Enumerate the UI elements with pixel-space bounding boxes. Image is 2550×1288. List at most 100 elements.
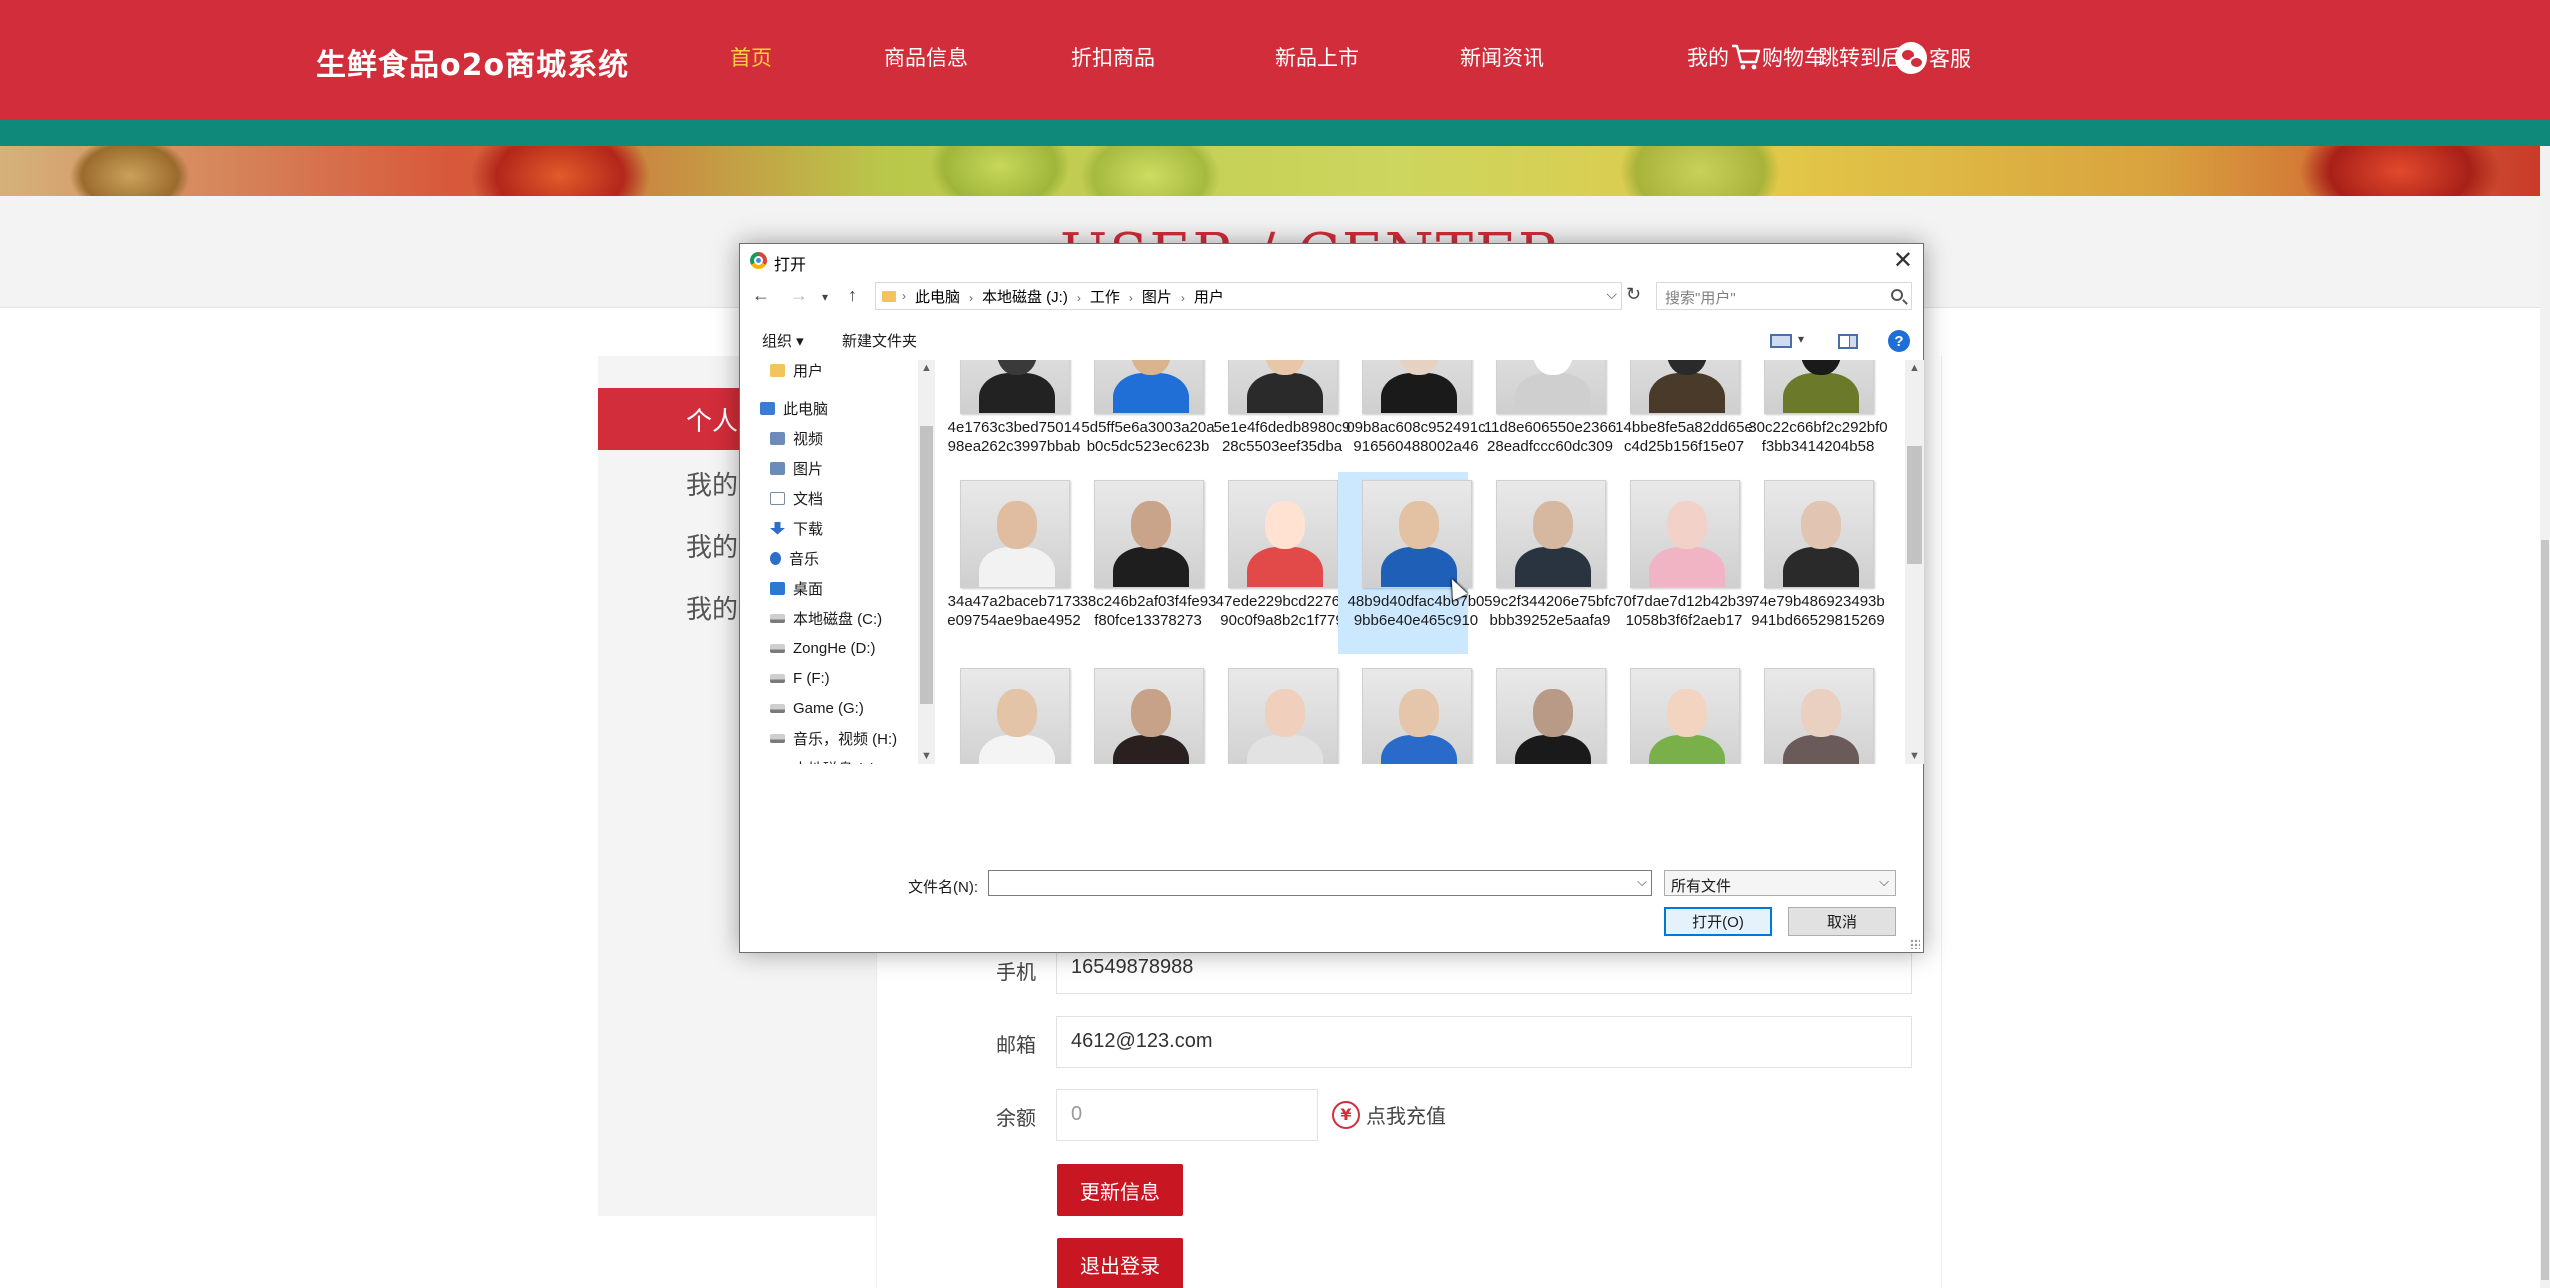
tree-item[interactable]: 音乐，视频 (H:): [764, 724, 918, 752]
file-item[interactable]: 38c246b2af03f4fe93f80fce13378273: [1070, 472, 1216, 654]
tree-item[interactable]: Game (G:): [764, 694, 918, 722]
tree-item[interactable]: 音乐: [764, 544, 918, 572]
tree-item[interactable]: 文档: [764, 484, 918, 512]
chevron-down-icon[interactable]: ⌵: [1606, 286, 1617, 303]
image-thumbnail: [1094, 668, 1204, 764]
file-scroll-up-icon[interactable]: ▲: [1909, 362, 1920, 374]
portrait-face: [1533, 689, 1573, 737]
tree-scrollbar-thumb[interactable]: [920, 426, 933, 704]
email-field[interactable]: 4612@123.com: [1056, 1016, 1912, 1068]
breadcrumb-item[interactable]: 此电脑: [915, 289, 960, 306]
update-info-button[interactable]: 更新信息: [1057, 1164, 1183, 1216]
resize-grip-icon[interactable]: [1910, 939, 1920, 949]
cancel-button[interactable]: 取消: [1788, 907, 1896, 936]
email-label: 邮箱: [996, 1033, 1036, 1057]
new-folder-button[interactable]: 新建文件夹: [842, 330, 917, 351]
file-type-select[interactable]: 所有文件 ⌵: [1664, 870, 1896, 896]
tree-item[interactable]: 图片: [764, 454, 918, 482]
file-item[interactable]: 366ec3923172c98970c0f5e63c0b58ae: [1606, 660, 1740, 764]
file-name: 09b8ac608c952491c916560488002a46: [1346, 419, 1486, 455]
file-item[interactable]: 70f7dae7d12b42b391058b3f6f2aeb17: [1606, 472, 1753, 654]
nav-item-2[interactable]: 折扣商品: [1071, 42, 1155, 72]
view-options-chevron-icon[interactable]: ▾: [1798, 332, 1804, 346]
image-thumbnail: [1094, 360, 1204, 414]
filename-input[interactable]: ⌵: [988, 870, 1652, 896]
tree-item[interactable]: 桌面: [764, 574, 918, 602]
file-name: 34a47a2baceb7173e09754ae9bae4952: [947, 593, 1081, 629]
breadcrumb-separator: ›: [1076, 290, 1081, 305]
cart-icon: [1732, 44, 1761, 70]
recharge-link[interactable]: ¥ 点我充值: [1332, 1100, 1446, 1129]
sidebar-item-2[interactable]: 我的: [686, 527, 738, 564]
file-item[interactable]: 09b8ac608c952491c916560488002a46: [1338, 360, 1486, 480]
tree-item[interactable]: 下载: [764, 514, 918, 542]
cart-link[interactable]: 购物车: [1730, 42, 1825, 72]
tree-item-label: 音乐: [789, 550, 820, 568]
page-scrollbar-thumb[interactable]: [2541, 540, 2549, 1280]
portrait-body: [1783, 547, 1859, 587]
video-folder-icon: [770, 431, 785, 445]
nav-item-0[interactable]: 首页: [730, 42, 772, 72]
file-item[interactable]: 86a4754aee098fcb3bd556ec87b4f3ab: [1070, 660, 1204, 764]
file-item[interactable]: 59c2f344206e75bfcbbb39252e5aafa9: [1472, 472, 1616, 654]
file-item[interactable]: 5d5ff5e6a3003a20ab0c5dc523ec623b: [1070, 360, 1215, 480]
filename-history-chevron-icon[interactable]: ⌵: [1637, 874, 1647, 890]
address-bar[interactable]: › 此电脑 › 本地磁盘 (J:) › 工作 › 图片 › 用户 ⌵: [875, 282, 1622, 310]
file-item[interactable]: 313ec3ebe27c49504fd1a99ea8d8be4b: [1204, 660, 1338, 764]
file-scroll-down-icon[interactable]: ▼: [1909, 750, 1920, 762]
logout-button[interactable]: 退出登录: [1057, 1238, 1183, 1288]
file-item[interactable]: 30c22c66bf2c292bf0f3bb3414204b58: [1740, 360, 1888, 480]
customer-service-link[interactable]: 客服: [1895, 42, 1971, 74]
breadcrumb-item[interactable]: 工作: [1090, 289, 1120, 306]
file-item[interactable]: 367e78054dfe65723e4f77e4bb1ed2b0: [1740, 660, 1874, 764]
preview-pane-icon[interactable]: [1838, 334, 1858, 349]
nav-item-1[interactable]: 商品信息: [884, 42, 968, 72]
file-item[interactable]: 77ff6ab3dc8f8160e600c024b1d3f03b: [940, 660, 1070, 764]
file-item[interactable]: 319bdd3f31e32e7dea2a4084257b9f77: [1338, 660, 1472, 764]
breadcrumb-item[interactable]: 用户: [1194, 289, 1224, 306]
file-item[interactable]: 48b9d40dfac4b67b09bb6e40e465c910: [1338, 472, 1484, 654]
file-item[interactable]: 4e1763c3bed7501498ea262c3997bbab: [940, 360, 1080, 480]
close-icon[interactable]: ✕: [1893, 246, 1913, 275]
tree-scroll-down-icon[interactable]: ▼: [921, 750, 932, 762]
organize-button[interactable]: 组织 ▾: [762, 330, 804, 351]
file-item[interactable]: 47ede229bcd2276790c0f9a8b2c1f779: [1204, 472, 1348, 654]
sidebar-item-3[interactable]: 我的: [686, 589, 738, 626]
tree-item[interactable]: 用户: [764, 360, 918, 384]
help-icon[interactable]: ?: [1888, 330, 1910, 352]
file-item[interactable]: 322d6e2f0bc9378c1eac130a4a4f7b4a: [1472, 660, 1606, 764]
open-button[interactable]: 打开(O): [1664, 907, 1772, 936]
breadcrumb-item[interactable]: 图片: [1142, 289, 1172, 306]
dialog-title-bar[interactable]: 打开 ✕: [740, 244, 1923, 278]
file-item[interactable]: 5e1e4f6dedb8980c928c5503eef35dba: [1204, 360, 1350, 480]
image-thumbnail: [1496, 668, 1606, 764]
file-item[interactable]: 34a47a2baceb7173e09754ae9bae4952: [940, 472, 1081, 654]
up-arrow-icon[interactable]: ↑: [848, 285, 857, 306]
tree-item[interactable]: 此电脑: [754, 394, 918, 422]
tree-item[interactable]: 本地磁盘 (I:): [764, 754, 918, 764]
back-arrow-icon[interactable]: ←: [752, 285, 770, 306]
site-brand[interactable]: 生鲜食品o2o商城系统: [316, 40, 629, 84]
recent-locations-chevron-icon[interactable]: ▾: [822, 290, 828, 304]
change-view-icon[interactable]: [1770, 334, 1792, 348]
file-item[interactable]: 74e79b486923493b941bd66529815269: [1740, 472, 1885, 654]
tree-item[interactable]: ZongHe (D:): [764, 634, 918, 662]
breadcrumb-separator: ›: [969, 290, 974, 305]
tree-item[interactable]: 视频: [764, 424, 918, 452]
nav-item-5[interactable]: 我的: [1687, 42, 1729, 72]
balance-field[interactable]: 0: [1056, 1089, 1318, 1141]
portrait-body: [1113, 547, 1189, 587]
tree-item[interactable]: F (F:): [764, 664, 918, 692]
file-grid-scrollbar-thumb[interactable]: [1907, 446, 1922, 564]
refresh-icon[interactable]: ↻: [1626, 284, 1641, 305]
sidebar-item-1[interactable]: 我的: [686, 465, 738, 502]
nav-item-3[interactable]: 新品上市: [1275, 42, 1359, 72]
file-item[interactable]: 14bbe8fe5a82dd65ec4d25b156f15e07: [1606, 360, 1753, 480]
search-input[interactable]: 搜索"用户": [1656, 282, 1912, 310]
forward-arrow-icon[interactable]: →: [790, 285, 808, 306]
tree-scroll-up-icon[interactable]: ▲: [921, 362, 932, 374]
breadcrumb-item[interactable]: 本地磁盘 (J:): [982, 289, 1068, 306]
nav-item-4[interactable]: 新闻资讯: [1460, 42, 1544, 72]
file-item[interactable]: 11d8e606550e236628eadfccc60dc309: [1472, 360, 1616, 480]
tree-item[interactable]: 本地磁盘 (C:): [764, 604, 918, 632]
